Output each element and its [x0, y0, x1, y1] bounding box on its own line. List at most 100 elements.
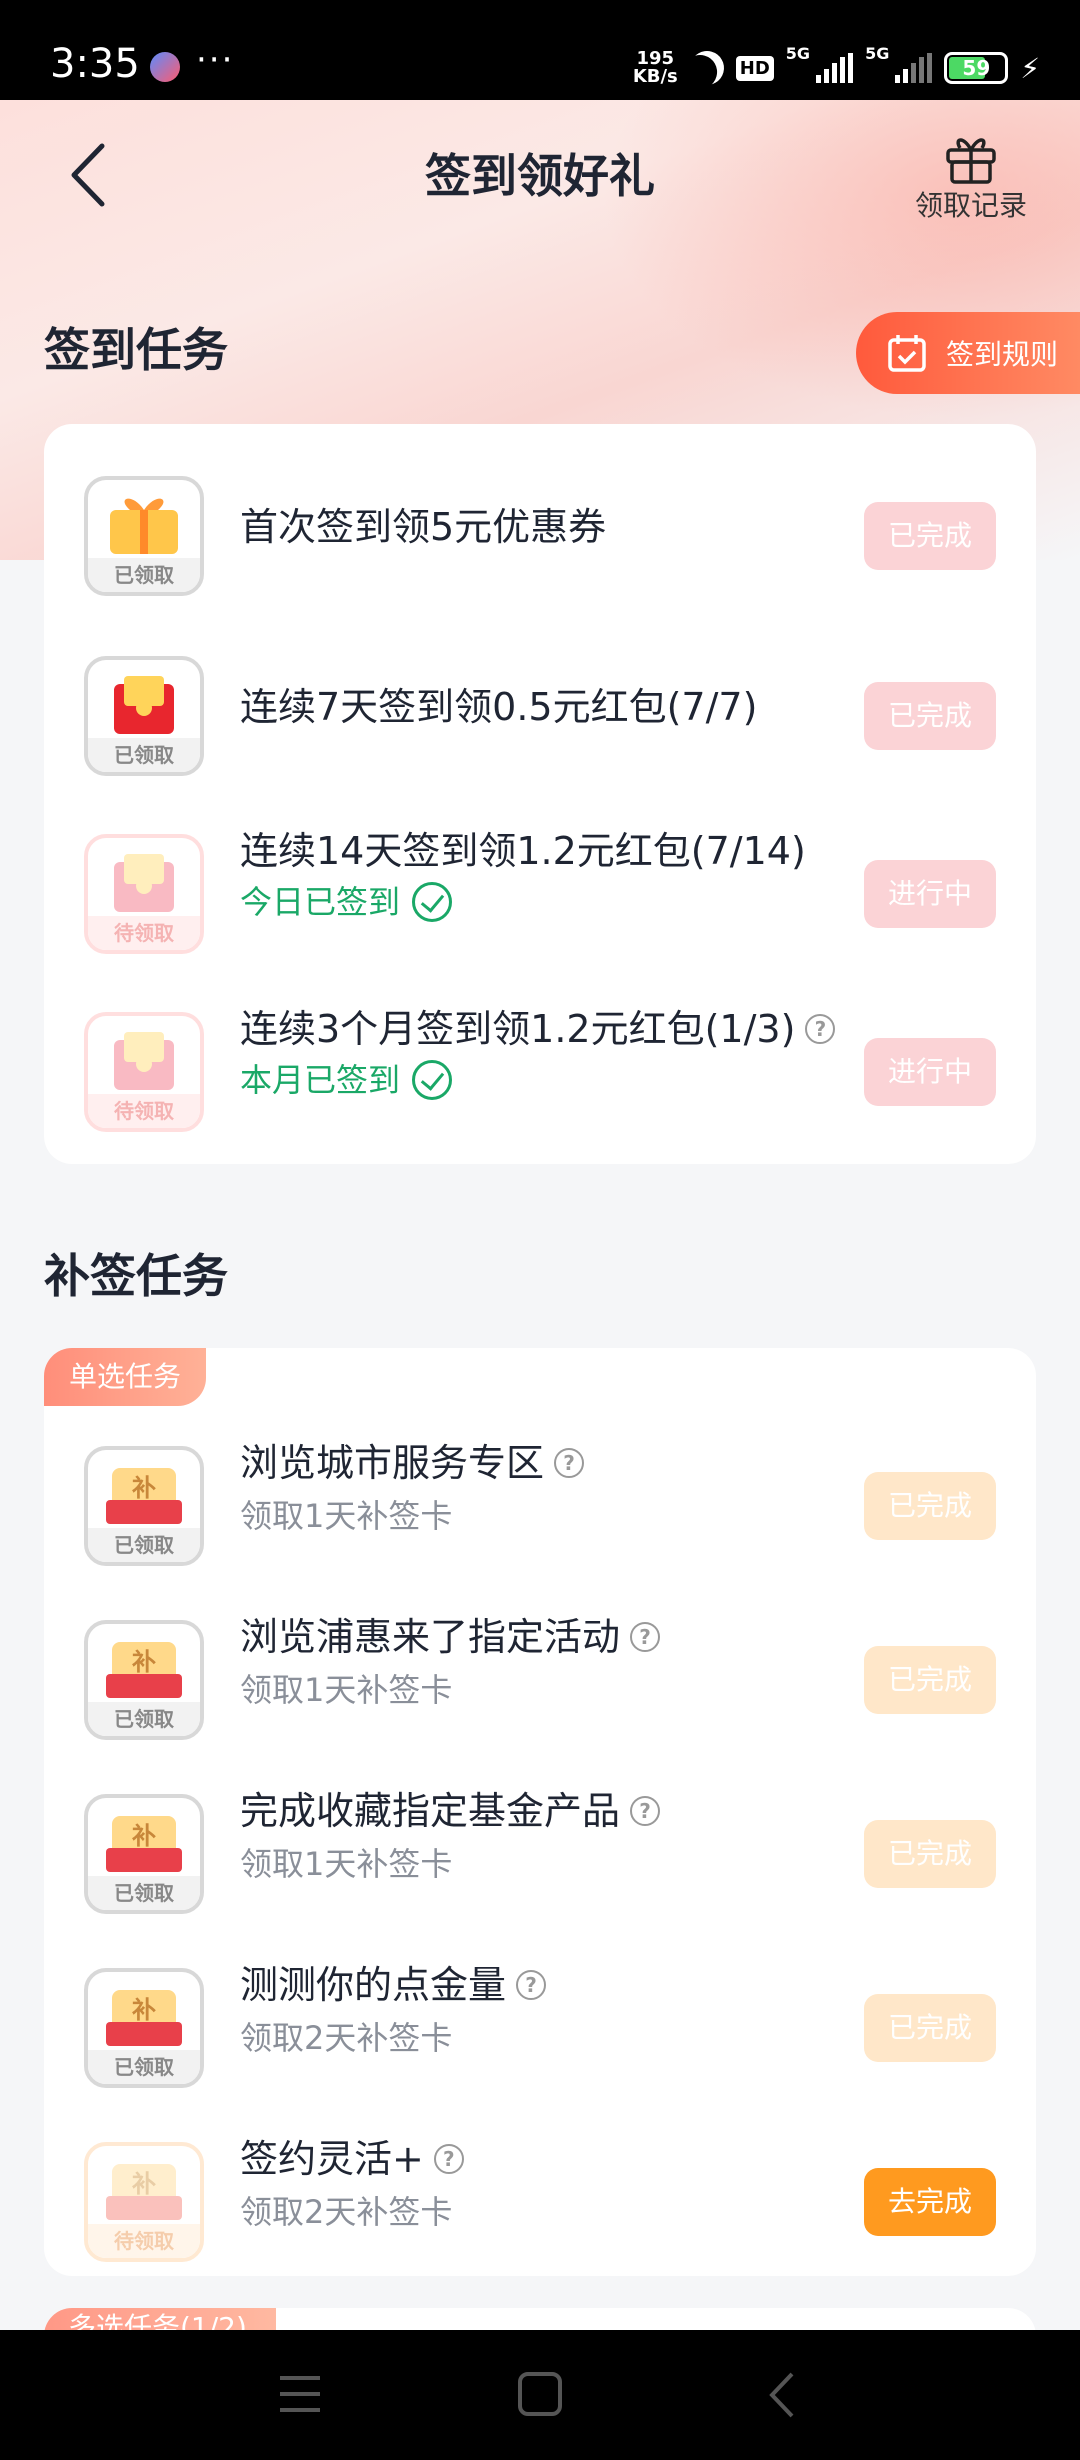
status-time: 3:35: [50, 41, 140, 87]
task-status-button[interactable]: 已完成: [864, 1646, 996, 1714]
task-reward-badge: 补 已领取: [84, 1794, 204, 1914]
badge-char: 补: [132, 2170, 156, 2198]
status-indicators: 195 KB/s HD 5G 5G 59 ⚡: [633, 44, 1040, 92]
makeup-card-icon: 补: [106, 2164, 182, 2220]
task-reward-badge: 补 已领取: [84, 1968, 204, 2088]
makeup-section-title: 补签任务: [44, 1249, 228, 1303]
claim-record-label: 领取记录: [914, 189, 1027, 222]
network-type-2: 5G: [865, 44, 890, 63]
task-title: 浏览浦惠来了指定活动 ?: [240, 1612, 661, 1662]
checkin-rules-label: 签到规则: [946, 338, 1059, 371]
makeup-task-row: 补 已领取 完成收藏指定基金产品 ? 领取1天补签卡 已完成: [44, 1776, 1036, 1916]
task-status-button[interactable]: 进行中: [864, 1038, 996, 1106]
nav-back-icon: [769, 2372, 794, 2418]
calendar-check-icon: [888, 335, 926, 372]
makeup-task-row: 补 待领取 签约灵活+ ? 领取2天补签卡 去完成: [44, 2124, 1036, 2264]
task-status-button[interactable]: 已完成: [864, 1472, 996, 1540]
task-title-text: 测测你的点金量: [240, 1963, 507, 2007]
task-title-text: 浏览城市服务专区: [240, 1441, 545, 1485]
task-subtitle: 领取2天补签卡: [240, 2019, 453, 2057]
makeup-card-icon: 补: [106, 1990, 182, 2046]
makeup-task-card: 单选任务 补 已领取 浏览城市服务专区 ? 领取1天补签卡 已完成 补 已领取: [44, 1348, 1036, 2276]
checkin-task-row: 待领取 连续3个月签到领1.2元红包(1/3) ? 本月已签到 进行中: [44, 994, 1036, 1134]
checkin-task-row: 已领取 连续7天签到领0.5元红包(7/7) 已完成: [44, 638, 1036, 778]
red-packet-icon: [114, 854, 174, 912]
task-subtitle: 领取1天补签卡: [240, 1845, 453, 1883]
task-reward-tag: 待领取: [88, 2224, 200, 2258]
signal-strength-2-icon: [895, 53, 933, 83]
task-subtitle: 今日已签到: [240, 880, 453, 924]
task-title-text: 连续7天签到领0.5元红包(7/7): [240, 685, 758, 729]
task-reward-badge: 待领取: [84, 1012, 204, 1132]
task-status-button[interactable]: 已完成: [864, 1820, 996, 1888]
makeup-card-icon: 补: [106, 1642, 182, 1698]
makeup-card-icon: 补: [106, 1468, 182, 1524]
system-back-button[interactable]: [762, 2370, 802, 2420]
task-title: 测测你的点金量 ?: [240, 1960, 547, 2010]
more-notifications-icon: ···: [196, 40, 235, 80]
do-not-disturb-icon: [684, 45, 730, 91]
task-reward-tag: 已领取: [88, 1528, 200, 1562]
network-type-1: 5G: [785, 44, 811, 63]
help-icon[interactable]: ?: [554, 1448, 585, 1478]
app-notification-icon: [150, 52, 180, 82]
checkin-section-title: 签到任务: [44, 323, 228, 377]
claim-record-button[interactable]: 领取记录: [886, 128, 1056, 226]
checkin-task-card: 已领取 首次签到领5元优惠券 已完成 已领取 连续7天签到领0.5元红包(7/7…: [44, 424, 1036, 1164]
task-title-text: 签约灵活+: [240, 2137, 424, 2181]
task-title: 连续3个月签到领1.2元红包(1/3) ?: [240, 1004, 836, 1054]
task-status-button[interactable]: 已完成: [864, 502, 996, 570]
task-reward-badge: 已领取: [84, 476, 204, 596]
red-packet-icon: [114, 1032, 174, 1090]
task-title: 浏览城市服务专区 ?: [240, 1438, 585, 1488]
task-title-text: 首次签到领5元优惠券: [240, 505, 607, 549]
makeup-task-row: 补 已领取 浏览城市服务专区 ? 领取1天补签卡 已完成: [44, 1428, 1036, 1568]
help-icon[interactable]: ?: [433, 2144, 464, 2174]
task-title: 连续14天签到领1.2元红包(7/14): [240, 826, 806, 876]
help-icon[interactable]: ?: [630, 1796, 661, 1826]
go-complete-button[interactable]: 去完成: [864, 2168, 996, 2236]
makeup-task-row: 补 已领取 测测你的点金量 ? 领取2天补签卡 已完成: [44, 1950, 1036, 2090]
makeup-card-icon: 补: [106, 1816, 182, 1872]
task-reward-tag: 已领取: [88, 738, 200, 772]
task-reward-tag: 已领取: [88, 558, 200, 592]
checkin-task-row: 已领取 首次签到领5元优惠券 已完成: [44, 458, 1036, 598]
recent-apps-button[interactable]: [280, 2376, 320, 2412]
task-title-text: 连续14天签到领1.2元红包(7/14): [240, 829, 806, 873]
red-packet-icon: [114, 676, 174, 734]
checkin-rules-button[interactable]: 签到规则: [856, 312, 1080, 394]
task-title-text: 浏览浦惠来了指定活动: [240, 1615, 621, 1659]
task-reward-tag: 已领取: [88, 1702, 200, 1736]
badge-char: 补: [132, 1474, 156, 1502]
task-reward-badge: 已领取: [84, 656, 204, 776]
task-reward-badge: 补 待领取: [84, 2142, 204, 2262]
help-icon[interactable]: ?: [516, 1970, 547, 2000]
task-reward-tag: 已领取: [88, 1876, 200, 1910]
task-title: 完成收藏指定基金产品 ?: [240, 1786, 661, 1836]
task-status-button[interactable]: 已完成: [864, 1994, 996, 2062]
help-icon[interactable]: ?: [630, 1622, 661, 1652]
task-title: 签约灵活+ ?: [240, 2134, 464, 2184]
badge-char: 补: [132, 1648, 156, 1676]
check-circle-icon: [412, 1060, 453, 1100]
network-speed-unit: KB/s: [632, 66, 678, 87]
gift-box-icon: [110, 498, 178, 554]
task-reward-tag: 已领取: [88, 2050, 200, 2084]
badge-char: 补: [132, 1822, 156, 1850]
check-circle-icon: [412, 882, 453, 922]
checkin-task-row: 待领取 连续14天签到领1.2元红包(7/14) 今日已签到 进行中: [44, 816, 1036, 956]
badge-char: 补: [132, 1996, 156, 2024]
battery-level: 59: [962, 56, 991, 80]
task-status-button[interactable]: 进行中: [864, 860, 996, 928]
task-subtitle: 领取1天补签卡: [240, 1671, 453, 1709]
gift-icon: [946, 138, 996, 184]
task-subtitle: 领取2天补签卡: [240, 2193, 453, 2231]
task-status-button[interactable]: 已完成: [864, 682, 996, 750]
hd-voice-icon: HD: [735, 55, 774, 81]
task-reward-badge: 待领取: [84, 834, 204, 954]
network-speed: 195 KB/s: [633, 50, 678, 86]
task-title-text: 完成收藏指定基金产品: [240, 1789, 621, 1833]
task-reward-badge: 补 已领取: [84, 1446, 204, 1566]
home-button[interactable]: [518, 2372, 562, 2416]
help-icon[interactable]: ?: [805, 1014, 836, 1044]
